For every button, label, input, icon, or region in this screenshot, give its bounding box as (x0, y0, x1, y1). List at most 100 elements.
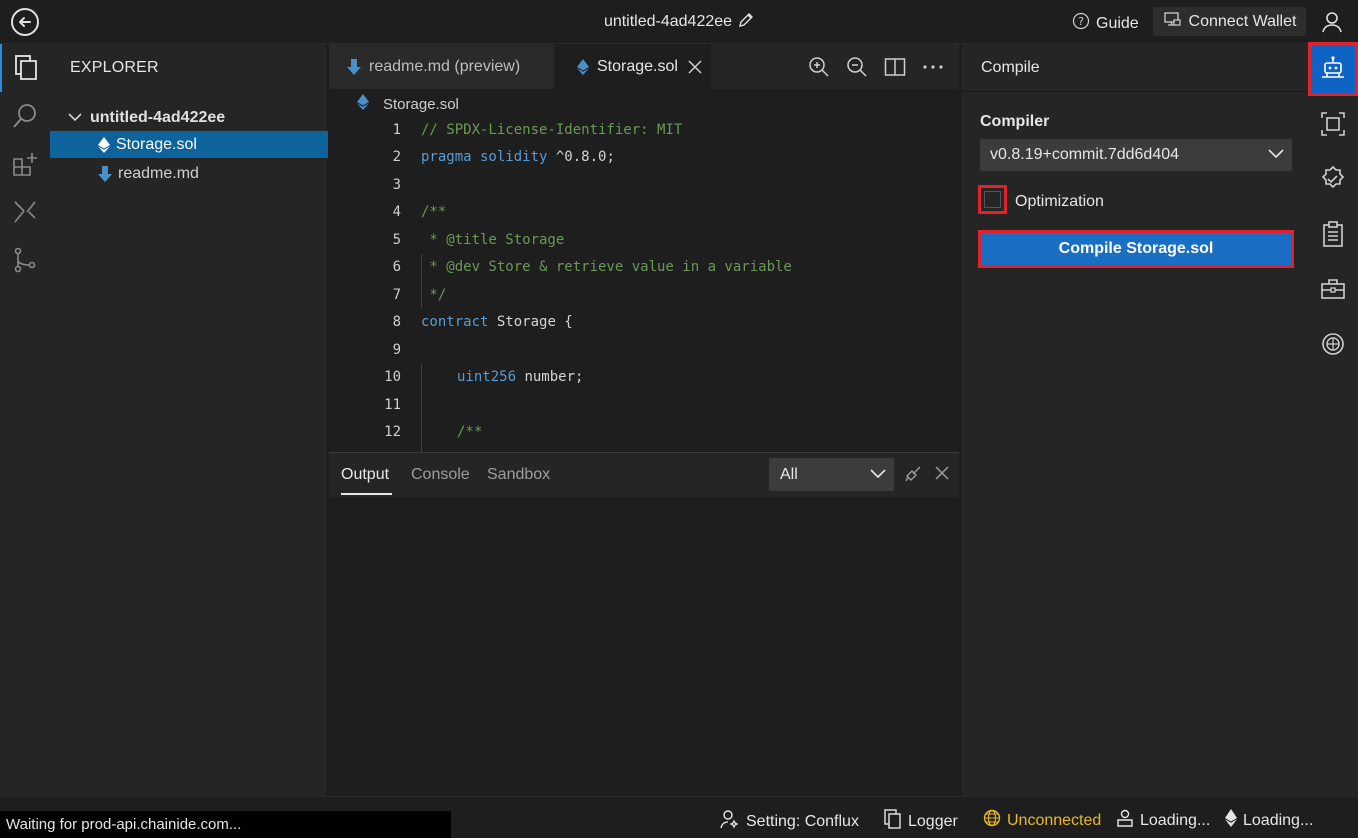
ethereum-icon (98, 136, 110, 153)
code-line: 12/** (384, 423, 483, 440)
wallet-label: Connect Wallet (1188, 12, 1297, 30)
balance-loading-label: Loading... (1243, 811, 1314, 829)
connect-wallet-button[interactable]: Connect Wallet (1153, 7, 1306, 36)
tab-readme-preview[interactable]: readme.md (preview) (329, 44, 553, 89)
file-readme-md[interactable]: readme.md (50, 160, 328, 187)
user-icon[interactable] (1318, 8, 1346, 36)
optimization-label: Optimization (1015, 193, 1104, 210)
chevron-down-icon (870, 466, 886, 484)
code-line: 6 * @dev Store & retrieve value in a var… (392, 258, 792, 275)
guide-button[interactable]: ? Guide (1072, 12, 1139, 35)
search-icon[interactable] (0, 92, 50, 140)
file-label: Storage.sol (116, 135, 197, 153)
tab-storage-sol[interactable]: Storage.sol (555, 44, 711, 89)
tab-console[interactable]: Console (411, 466, 470, 484)
help-circle-icon: ? (1072, 12, 1090, 35)
files-icon[interactable] (0, 44, 50, 92)
markdown-down-arrow-icon (347, 58, 361, 75)
clear-broom-icon[interactable] (904, 465, 922, 488)
tab-label: Storage.sol (597, 57, 678, 75)
chevron-down-icon (1268, 146, 1284, 164)
markdown-down-arrow-icon (98, 165, 112, 182)
connection-label: Unconnected (1007, 811, 1102, 829)
deploy-icon[interactable] (0, 188, 50, 236)
editor-tabs: readme.md (preview) Storage.sol (329, 44, 959, 89)
compiler-version-value: v0.8.19+commit.7dd6d404 (990, 146, 1180, 163)
panel-tabs: Output Console Sandbox All (329, 453, 959, 497)
tab-sandbox[interactable]: Sandbox (487, 466, 550, 484)
loading-tooltip: Waiting for prod-api.chainide.com... (0, 811, 451, 838)
explorer-title: EXPLORER (70, 59, 159, 76)
account-loading[interactable]: Loading... (1116, 809, 1210, 832)
close-icon[interactable] (688, 59, 702, 74)
code-line: 8 contract Storage { (392, 313, 573, 330)
compile-header: Compile (961, 44, 1309, 92)
panel-actions (904, 465, 950, 488)
guide-label: Guide (1096, 14, 1139, 32)
editor-actions (807, 55, 945, 79)
filter-value: All (780, 465, 798, 483)
compiler-version-select[interactable]: v0.8.19+commit.7dd6d404 (980, 139, 1292, 171)
copy-icon (884, 809, 902, 834)
compile-title: Compile (981, 59, 1040, 76)
code-editor[interactable]: 1// SPDX-License-Identifier: MIT 2 pragma… (329, 116, 959, 452)
right-activity-bar (1308, 42, 1358, 796)
clipboard-icon[interactable] (1308, 210, 1358, 258)
account-loading-label: Loading... (1140, 811, 1211, 829)
compile-panel: Compile Compiler v0.8.19+commit.7dd6d404… (960, 44, 1309, 796)
svg-text:?: ? (1078, 15, 1084, 28)
logger-button[interactable]: Logger (884, 809, 958, 834)
compile-robot-icon[interactable] (1308, 42, 1358, 96)
contract-frame-icon[interactable] (1308, 100, 1358, 148)
top-bar: untitled-4ad422ee ? Guide Connect Wallet (0, 0, 1358, 44)
explorer-panel: EXPLORER untitled-4ad422ee Storage.sol r… (50, 44, 328, 796)
zoom-out-icon[interactable] (845, 55, 869, 79)
breadcrumb-file: Storage.sol (383, 95, 459, 113)
output-filter-select[interactable]: All (769, 458, 894, 491)
split-editor-icon[interactable] (883, 55, 907, 79)
project-folder[interactable]: untitled-4ad422ee (50, 106, 328, 130)
user-settings-icon (720, 809, 740, 834)
project-title: untitled-4ad422ee (603, 13, 733, 30)
active-tab-indicator (341, 493, 392, 495)
logger-label: Logger (908, 812, 958, 830)
zoom-in-icon[interactable] (807, 55, 831, 79)
pencil-icon[interactable] (738, 12, 754, 33)
network-setting[interactable]: Setting: Conflux (720, 809, 859, 834)
optimization-checkbox[interactable] (978, 185, 1007, 214)
ethereum-icon (577, 58, 589, 75)
code-line: 5 * @title Storage (392, 231, 565, 248)
globe-icon (983, 809, 1001, 832)
activity-bar (0, 44, 50, 796)
editor-area: readme.md (preview) Storage.sol Storage.… (329, 44, 959, 452)
git-branch-icon[interactable] (0, 236, 50, 284)
code-line: 11 (384, 396, 401, 413)
toolbox-icon[interactable] (1308, 265, 1358, 313)
account-icon (1116, 809, 1134, 832)
close-icon[interactable] (934, 465, 950, 488)
ai-assistant-icon[interactable] (1308, 320, 1358, 368)
setting-label: Setting: Conflux (746, 812, 859, 830)
wallet-icon (1163, 11, 1181, 32)
tab-output[interactable]: Output (341, 466, 389, 484)
file-label: readme.md (118, 164, 199, 182)
project-folder-label: untitled-4ad422ee (90, 109, 226, 126)
connection-status[interactable]: Unconnected (983, 809, 1101, 832)
output-panel: Output Console Sandbox All (329, 452, 959, 796)
compile-button[interactable]: Compile Storage.sol (978, 230, 1294, 268)
more-icon[interactable] (921, 55, 945, 79)
code-line: 1// SPDX-License-Identifier: MIT (392, 121, 683, 138)
compiler-label: Compiler (980, 113, 1050, 130)
file-storage-sol[interactable]: Storage.sol (50, 131, 328, 158)
chevron-down-icon (68, 109, 82, 127)
code-line: 2 pragma solidity ^0.8.0; (392, 148, 615, 165)
breadcrumb: Storage.sol (357, 94, 459, 114)
code-line: 10 uint256 number; (384, 368, 584, 385)
balance-loading[interactable]: Loading... (1225, 809, 1313, 832)
verify-badge-icon[interactable] (1308, 155, 1358, 203)
ethereum-icon (357, 94, 369, 114)
code-line: 9 (392, 341, 401, 358)
ethereum-icon (1225, 809, 1237, 832)
code-line: 4/** (392, 203, 447, 220)
plugins-icon[interactable] (0, 140, 50, 188)
